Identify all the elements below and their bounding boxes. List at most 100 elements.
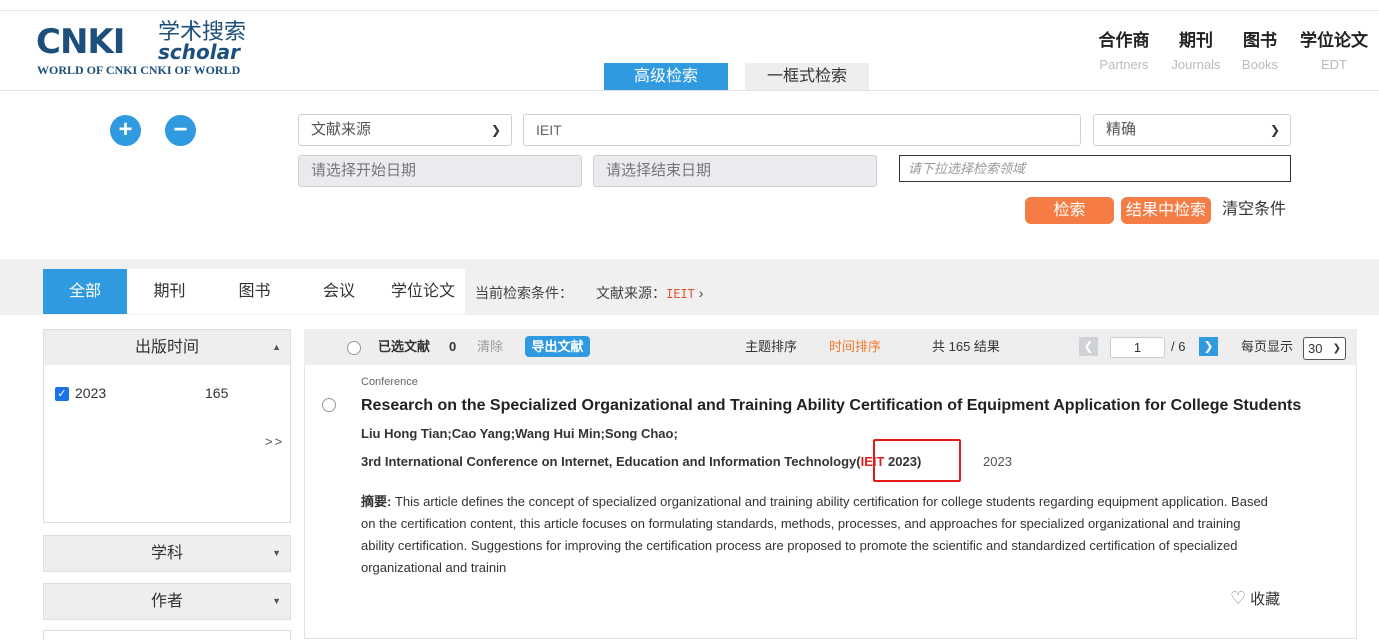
triangle-up-icon: ▲ <box>272 342 281 352</box>
nav-journals-en: Journals <box>1171 57 1221 72</box>
results-total: 共 165 结果 <box>932 339 1000 354</box>
chevron-left-icon: ❮ <box>1083 339 1094 353</box>
facet-subject-header[interactable]: 学科 ▼ <box>44 536 290 571</box>
nav-edt-en: EDT <box>1321 57 1347 72</box>
abstract-text: This article defines the concept of spec… <box>361 494 1268 575</box>
tab-conferences[interactable]: 会议 <box>297 269 381 314</box>
facet-year-count: 165 <box>205 385 229 401</box>
triangle-down-icon: ▼ <box>272 596 281 606</box>
condition-field: 文献来源： <box>596 285 666 301</box>
chevron-down-icon: ❯ <box>1332 343 1341 354</box>
result-year: 2023 <box>983 454 1012 469</box>
facet-subject-title: 学科 <box>150 545 183 562</box>
favorite-label: 收藏 <box>1250 591 1281 608</box>
tab-books[interactable]: 图书 <box>212 269 297 314</box>
add-row-button[interactable]: + <box>110 115 141 146</box>
nav-journals-cn: 期刊 <box>1179 31 1213 50</box>
current-condition-label: 当前检索条件： <box>475 285 573 301</box>
export-button[interactable]: 导出文献 <box>525 336 590 357</box>
nav-books-cn: 图书 <box>1243 31 1277 50</box>
facet-year-label[interactable]: 2023 <box>75 384 106 402</box>
search-button[interactable]: 检索 <box>1025 197 1114 224</box>
favorite-button[interactable]: ♡ 收藏 <box>1230 588 1280 610</box>
query-input[interactable]: IEIT <box>523 114 1081 146</box>
nav-partners[interactable]: 合作商 Partners <box>1096 30 1152 75</box>
next-page-button[interactable]: ❯ <box>1199 337 1218 356</box>
result-authors[interactable]: Liu Hong Tian;Cao Yang;Wang Hui Min;Song… <box>361 426 678 442</box>
facet-author-title: 作者 <box>150 593 183 610</box>
chevron-right-icon: ❯ <box>1203 339 1214 353</box>
triangle-down-icon: ▼ <box>272 548 281 558</box>
field-select-value: 文献来源 <box>311 121 372 138</box>
nav-books-en: Books <box>1241 57 1279 72</box>
result-select-radio[interactable] <box>322 398 336 412</box>
result-title[interactable]: Research on the Specialized Organization… <box>361 396 1301 416</box>
selected-label: 已选文献 <box>378 339 431 354</box>
facet-author: 作者 ▼ <box>43 583 291 620</box>
facet-next <box>43 630 291 640</box>
nav-journals[interactable]: 期刊 Journals <box>1168 30 1224 75</box>
prev-page-button[interactable]: ❮ <box>1079 337 1098 356</box>
per-page-label: 每页显示 <box>1241 339 1294 354</box>
clear-selection-link[interactable]: 清除 <box>477 339 503 355</box>
current-condition-value[interactable]: 文献来源：IEIT › <box>596 284 703 303</box>
abstract-label: 摘要: <box>361 494 392 509</box>
result-source[interactable]: 3rd International Conference on Internet… <box>361 454 921 470</box>
sort-time-link[interactable]: 时间排序 <box>829 339 881 355</box>
facet-subject: 学科 ▼ <box>43 535 291 572</box>
facet-more-link[interactable]: >> <box>265 434 284 449</box>
tab-advanced-search[interactable]: 高级检索 <box>604 63 728 90</box>
result-type: Conference <box>361 376 418 388</box>
top-divider <box>0 10 1379 11</box>
result-source-name: 3rd International Conference on Internet… <box>361 454 857 469</box>
logo-mark-en: scholar <box>158 40 240 64</box>
sort-topic-link[interactable]: 主题排序 <box>745 339 797 355</box>
logo-tagline: WORLD OF CNKI CNKI OF WORLD <box>37 63 241 77</box>
query-input-value: IEIT <box>536 122 562 138</box>
page-input[interactable]: 1 <box>1110 337 1165 358</box>
nav-books[interactable]: 图书 Books <box>1238 30 1282 75</box>
page-current: 1 <box>1133 340 1142 355</box>
selected-count: 0 <box>449 339 457 354</box>
facet-pub-time: 出版时间 ▲ ✓ 2023 165 >> <box>43 329 291 523</box>
chevron-right-icon: › <box>698 285 704 301</box>
facet-pub-time-title: 出版时间 <box>134 339 199 356</box>
facet-pub-time-header[interactable]: 出版时间 ▲ <box>44 330 290 365</box>
nav-partners-en: Partners <box>1099 57 1149 72</box>
start-date-input[interactable]: 请选择开始日期 <box>298 155 582 187</box>
plus-icon: + <box>118 116 133 143</box>
logo-mark: CNKI <box>36 22 125 62</box>
remove-row-button[interactable]: − <box>165 115 196 146</box>
search-in-results-button[interactable]: 结果中检索 <box>1121 197 1211 224</box>
tab-single-box-search[interactable]: 一框式检索 <box>745 63 869 90</box>
domain-input[interactable]: 请下拉选择检索领域 <box>899 155 1291 182</box>
facet-author-header[interactable]: 作者 ▼ <box>44 584 290 619</box>
condition-value: IEIT <box>666 287 695 301</box>
chevron-down-icon: ❯ <box>490 123 501 137</box>
chevron-down-icon: ❯ <box>1269 123 1280 137</box>
per-page-value: 30 <box>1308 341 1323 356</box>
nav-edt[interactable]: 学位论文 EDT <box>1298 30 1370 75</box>
page-total: / 6 <box>1171 339 1186 354</box>
end-date-input[interactable]: 请选择结束日期 <box>593 155 877 187</box>
match-select[interactable]: 精确 ❯ <box>1093 114 1291 146</box>
domain-placeholder: 请下拉选择检索领域 <box>908 161 1026 176</box>
nav-partners-cn: 合作商 <box>1098 31 1150 50</box>
result-abstract: 摘要: This article defines the concept of … <box>361 491 1271 579</box>
per-page-select[interactable]: 30 ❯ <box>1303 337 1346 360</box>
tab-all[interactable]: 全部 <box>43 269 127 314</box>
select-all-radio[interactable] <box>347 341 361 355</box>
checkbox-icon[interactable]: ✓ <box>55 387 69 401</box>
tab-journals[interactable]: 期刊 <box>127 269 212 314</box>
clear-conditions-link[interactable]: 清空条件 <box>1222 198 1286 222</box>
minus-icon: − <box>173 116 188 143</box>
field-select[interactable]: 文献来源 ❯ <box>298 114 512 146</box>
nav-edt-cn: 学位论文 <box>1300 31 1368 50</box>
end-date-placeholder: 请选择结束日期 <box>606 162 712 179</box>
results-panel <box>304 329 1357 639</box>
match-select-value: 精确 <box>1106 121 1137 138</box>
cnki-scholar-logo[interactable]: CNKI 学术搜索 scholar WORLD OF CNKI CNKI OF … <box>36 22 256 80</box>
tab-theses[interactable]: 学位论文 <box>381 269 465 314</box>
heart-icon: ♡ <box>1230 588 1247 608</box>
start-date-placeholder: 请选择开始日期 <box>311 162 417 179</box>
